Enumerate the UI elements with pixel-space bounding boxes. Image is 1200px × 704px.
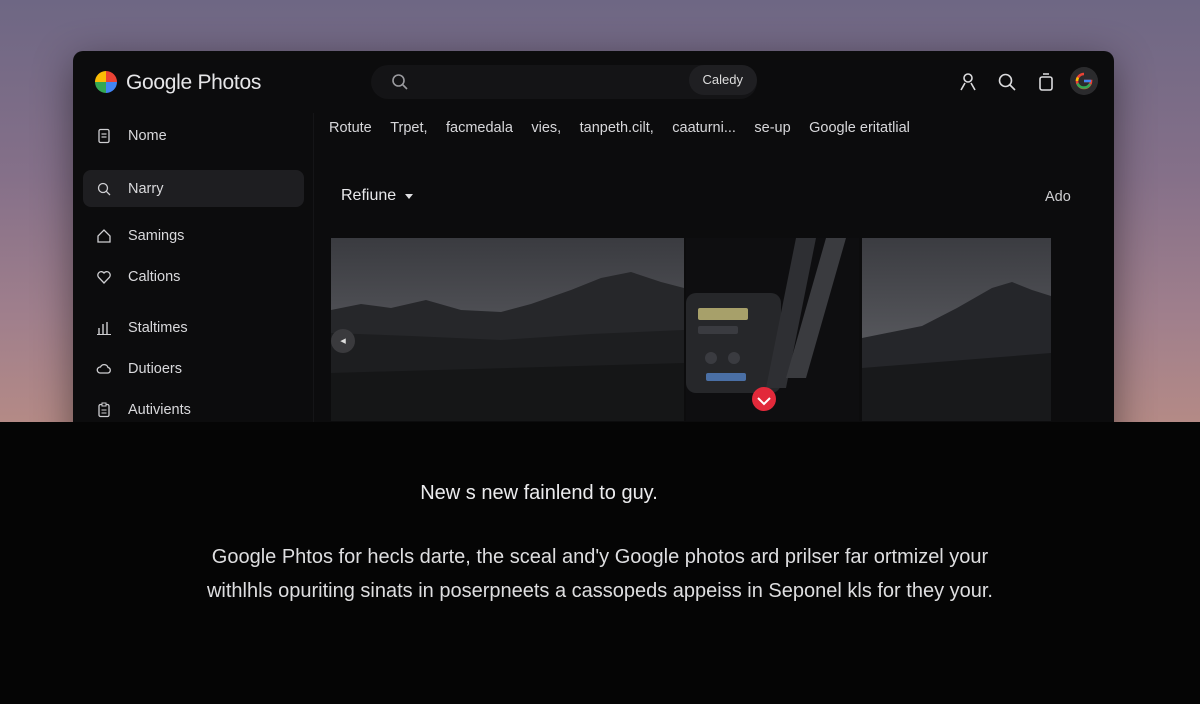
sidebar-item-narry[interactable]: Narry	[83, 170, 304, 207]
clipboard-icon	[98, 402, 110, 417]
filter-row: Rotute Trpet, facmedala vies, tanpeth.ci…	[329, 119, 924, 139]
sidebar-item-caltions[interactable]: Caltions	[83, 258, 304, 295]
person-icon[interactable]	[957, 71, 979, 93]
photo-thumbnail[interactable]	[686, 238, 859, 421]
filter-item[interactable]: Trpet,	[390, 120, 427, 136]
section-dropdown[interactable]: Refiune	[341, 187, 414, 205]
document-icon	[98, 128, 110, 143]
bars-icon	[97, 321, 111, 335]
search-input[interactable]	[421, 71, 671, 93]
sidebar-item-dutioers[interactable]: Dutioers	[83, 350, 304, 387]
sidebar-item-label: Samings	[128, 227, 185, 244]
promo-panel: New s new fainlend to guy. Google Phtos …	[0, 422, 1200, 704]
photo-thumbnail[interactable]	[862, 238, 1051, 421]
filter-item[interactable]: se-up	[754, 120, 790, 136]
add-button[interactable]: Ado	[1045, 189, 1071, 205]
search-icon[interactable]	[391, 73, 409, 91]
filter-item[interactable]: facmedala	[446, 120, 513, 136]
heart-icon	[97, 270, 111, 284]
top-bar: Google Photos Caledy	[73, 51, 1114, 113]
promo-line-1: Google Phtos for hecls darte, the sceal …	[211, 546, 989, 568]
section-title: Refiune	[341, 187, 397, 204]
sidebar-item-nome[interactable]: Nome	[83, 117, 304, 154]
search-icon	[97, 182, 111, 195]
search-bar[interactable]: Caledy	[371, 65, 757, 99]
google-photos-logo-icon[interactable]	[94, 70, 118, 94]
sidebar-item-label: Autivients	[128, 401, 191, 418]
sidebar-item-samings[interactable]: Samings	[83, 217, 304, 254]
filter-item[interactable]: Rotute	[329, 120, 372, 136]
sidebar-item-label: Narry	[128, 180, 164, 197]
promo-headline: New s new fainlend to guy.	[420, 482, 658, 504]
promo-description: Google Phtos for hecls darte, the sceal …	[170, 540, 1030, 608]
sidebar-item-label: Dutioers	[128, 360, 182, 377]
sidebar-item-label: Nome	[128, 127, 167, 144]
sidebar-item-staltimes[interactable]: Staltimes	[83, 309, 304, 346]
prev-arrow-button[interactable]: ◂	[331, 329, 355, 353]
camera-equipment-image	[686, 238, 859, 421]
filter-item[interactable]: vies,	[531, 120, 561, 136]
app-title[interactable]: Google Photos	[126, 71, 261, 95]
cloud-icon	[96, 363, 111, 374]
filter-item[interactable]: Google eritatlial	[809, 120, 910, 136]
promo-line-2: withlhls opuriting sinats in poserpneets…	[206, 580, 993, 602]
trash-icon[interactable]	[1035, 71, 1057, 93]
sidebar-item-label: Staltimes	[128, 319, 188, 336]
google-g-icon	[1070, 67, 1098, 95]
filter-item[interactable]: caaturni...	[672, 120, 736, 136]
share-icon	[97, 228, 111, 243]
search-icon[interactable]	[996, 71, 1018, 93]
filter-item[interactable]: tanpeth.cilt,	[580, 120, 654, 136]
search-chip[interactable]: Caledy	[688, 65, 757, 95]
photo-thumbnail[interactable]	[331, 238, 684, 421]
app-window: Google Photos Caledy Nome Narry Samings …	[73, 51, 1114, 481]
caret-down-icon	[405, 194, 414, 199]
mountain-landscape-image	[862, 238, 1051, 421]
account-avatar[interactable]	[1070, 67, 1098, 95]
mountain-landscape-image	[331, 238, 684, 421]
sidebar-item-label: Caltions	[128, 268, 181, 285]
